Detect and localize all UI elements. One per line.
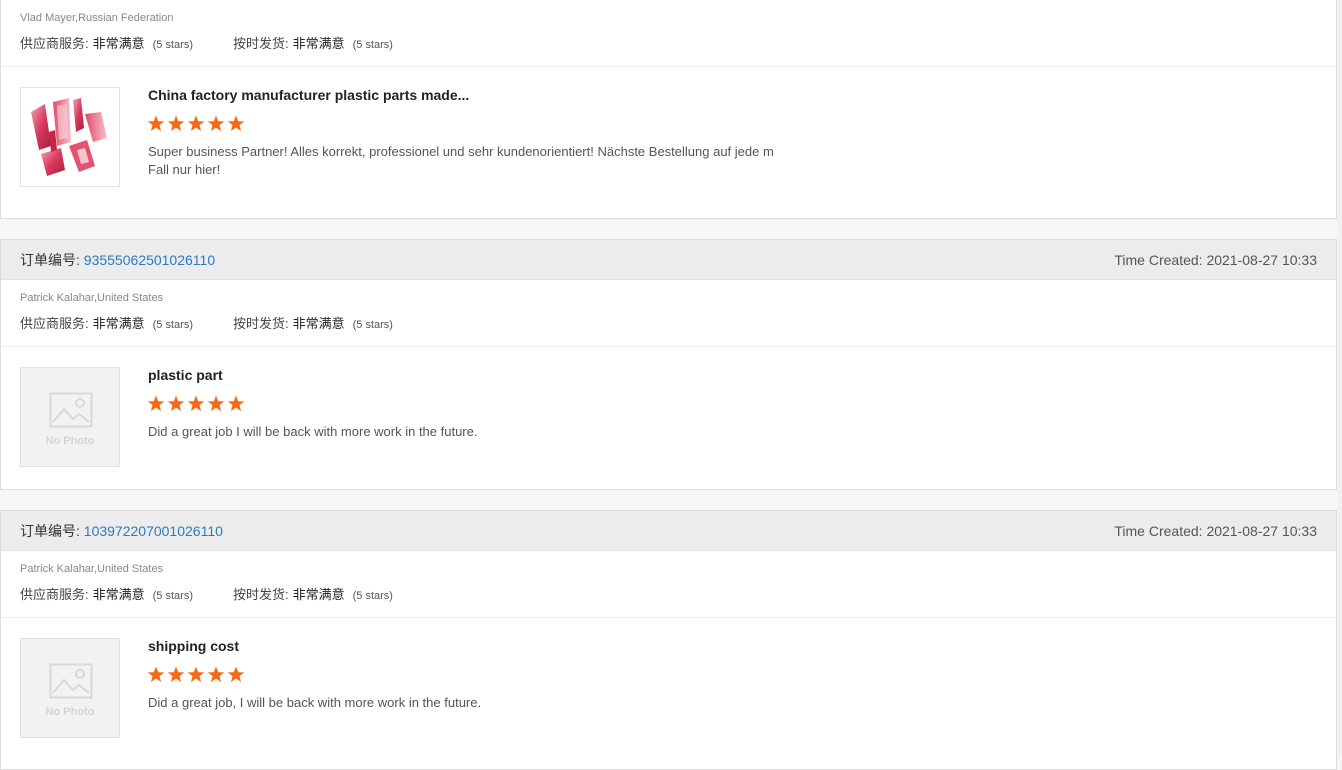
product-title-link[interactable]: shipping cost [148, 638, 239, 654]
no-photo-label: No Photo [45, 435, 95, 447]
star-icon [207, 666, 225, 682]
product-review: No Photo plastic part Did a great job I … [1, 347, 1336, 497]
supplier-service-rating: 供应商服务: 非常满意 (5 stars) [20, 587, 193, 602]
ratings-line: 供应商服务: 非常满意 (5 stars) 按时发货: 非常满意 (5 star… [20, 33, 433, 52]
star-icon [187, 115, 205, 131]
order-header: 订单编号: 103972207001026110 Time Created: 2… [1, 511, 1336, 551]
star-icon [207, 115, 225, 131]
star-icon [207, 395, 225, 411]
buyer-name: Patrick Kalahar,United States [20, 563, 164, 575]
review-card: 订单编号: 93555062501026110 Time Created: 20… [0, 239, 1337, 490]
order-number-link[interactable]: 93555062501026110 [84, 252, 215, 268]
review-card: Vlad Mayer,Russian Federation 供应商服务: 非常满… [0, 0, 1337, 219]
buyer-info: Patrick Kalahar,United States 供应商服务: 非常满… [1, 551, 1336, 618]
product-thumbnail[interactable] [20, 87, 120, 187]
on-time-delivery-rating: 按时发货: 非常满意 (5 stars) [232, 36, 393, 51]
no-photo-icon [49, 392, 93, 428]
star-icon [227, 666, 245, 682]
on-time-delivery-rating: 按时发货: 非常满意 (5 stars) [232, 587, 393, 602]
star-icon [147, 115, 165, 131]
star-icon [227, 395, 245, 411]
order-number: 订单编号: 103972207001026110 [20, 522, 223, 539]
ratings-line: 供应商服务: 非常满意 (5 stars) 按时发货: 非常满意 (5 star… [20, 584, 433, 603]
supplier-service-rating: 供应商服务: 非常满意 (5 stars) [20, 36, 193, 51]
star-icon [167, 395, 185, 411]
product-title-link[interactable]: plastic part [148, 367, 223, 383]
rating-stars [147, 666, 247, 684]
product-thumbnail[interactable]: No Photo [20, 367, 120, 467]
product-review: China factory manufacturer plastic parts… [1, 67, 1336, 217]
review-text: Did a great job, I will be back with mor… [148, 695, 482, 710]
ratings-line: 供应商服务: 非常满意 (5 stars) 按时发货: 非常满意 (5 star… [20, 313, 433, 332]
star-icon [147, 666, 165, 682]
no-photo-icon [49, 663, 93, 699]
product-title-link[interactable]: China factory manufacturer plastic parts… [148, 87, 469, 103]
on-time-delivery-rating: 按时发货: 非常满意 (5 stars) [232, 316, 393, 331]
star-icon [147, 395, 165, 411]
order-number-link[interactable]: 103972207001026110 [84, 523, 223, 539]
review-card: 订单编号: 103972207001026110 Time Created: 2… [0, 510, 1337, 770]
buyer-info: Patrick Kalahar,United States 供应商服务: 非常满… [1, 280, 1336, 347]
product-thumbnail[interactable]: No Photo [20, 638, 120, 738]
time-created: Time Created: 2021-08-27 10:33 [1114, 251, 1317, 268]
order-header: 订单编号: 93555062501026110 Time Created: 20… [1, 240, 1336, 280]
star-icon [227, 115, 245, 131]
star-icon [167, 115, 185, 131]
buyer-info: Vlad Mayer,Russian Federation 供应商服务: 非常满… [1, 0, 1336, 67]
rating-stars [147, 395, 247, 413]
no-photo-label: No Photo [45, 706, 95, 718]
scrollbar[interactable] [1338, 0, 1342, 756]
star-icon [167, 666, 185, 682]
time-created: Time Created: 2021-08-27 10:33 [1114, 522, 1317, 539]
order-number: 订单编号: 93555062501026110 [20, 251, 216, 268]
review-text: Did a great job I will be back with more… [148, 424, 478, 439]
buyer-name: Vlad Mayer,Russian Federation [20, 12, 174, 24]
supplier-service-rating: 供应商服务: 非常满意 (5 stars) [20, 316, 193, 331]
review-text: Super business Partner! Alles korrekt, p… [148, 144, 774, 177]
rating-stars [147, 115, 247, 133]
star-icon [187, 395, 205, 411]
star-icon [187, 666, 205, 682]
plastic-parts-image [31, 98, 107, 176]
buyer-name: Patrick Kalahar,United States [20, 292, 164, 304]
product-review: No Photo shipping cost Did a great job, … [1, 618, 1336, 768]
